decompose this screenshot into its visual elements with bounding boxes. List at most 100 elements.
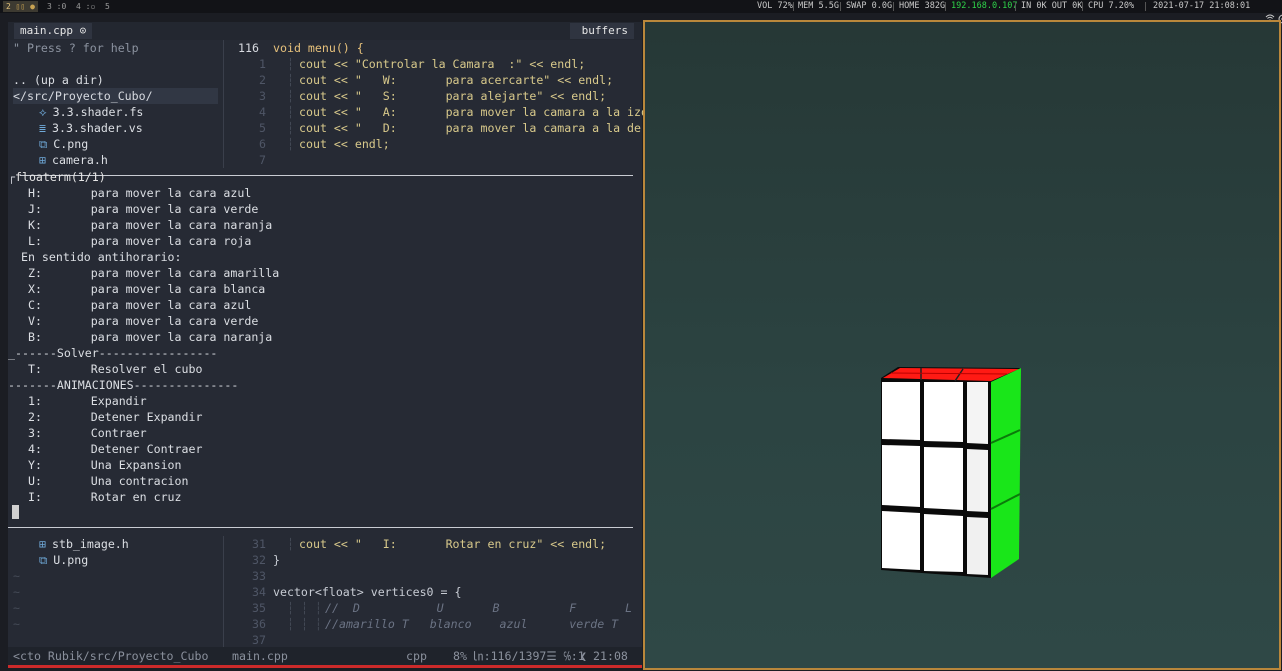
indent-guide: ┆ — [287, 137, 294, 151]
indent-guide: ┆ — [287, 537, 294, 551]
status-accent-bar — [8, 665, 642, 668]
terminal-line: I: Rotar en cruz — [14, 490, 182, 504]
line-number: 2 — [259, 73, 266, 87]
file-icon: ⧉ — [39, 137, 48, 151]
terminal-line: U: Una contracion — [14, 474, 189, 488]
floaterm-window[interactable]: ┌floaterm(1/1) H: para mover la cara azu… — [8, 169, 633, 529]
terminal-line: 4: Detener Contraer — [14, 442, 203, 456]
terminal-line: 3: Contraer — [14, 426, 147, 440]
terminal-line: T: Resolver el cubo — [14, 362, 203, 376]
cube-side-face — [991, 368, 1021, 578]
cpu-status: CPU 7.20% — [1088, 1, 1135, 11]
tree-item[interactable]: </src/Proyecto_Cubo/ — [13, 88, 218, 104]
tree-item-label: C.png — [53, 137, 89, 151]
indent-guide: ┆ — [287, 121, 294, 135]
terminal-cursor — [12, 505, 19, 519]
vim-editor-window[interactable]: main.cpp ⊙ buffers " Press ? for help ..… — [8, 22, 648, 668]
memory-status: MEM 5.5G — [798, 1, 839, 11]
line-number: 31 — [252, 537, 266, 551]
line-number: 37 — [252, 633, 266, 647]
file-icon: ⊞ — [39, 537, 46, 551]
code-line[interactable]: void menu() { — [273, 40, 364, 56]
tree-item[interactable]: ≣ 3.3.shader.vs — [13, 120, 218, 136]
network-status: IN 0K OUT 0K — [1021, 1, 1083, 11]
clock: 2021-07-17 21:08:01 — [1153, 1, 1251, 11]
line-number: 35 — [252, 601, 266, 615]
empty-line-marker: ~ — [13, 617, 20, 631]
empty-line-marker: ~ — [13, 585, 20, 599]
swap-status: SWAP 0.0G — [846, 1, 893, 11]
status-filetype: cpp — [406, 649, 427, 663]
system-top-bar: 2 ▯▯ ● 3 :0 4 :▫ 5 VOL 72% MEM 5.5G SWAP… — [0, 0, 1282, 24]
floaterm-title: ┌floaterm(1/1) — [8, 170, 106, 184]
indent-guide: ┆ — [287, 73, 294, 87]
tree-item-label: camera.h — [51, 153, 108, 167]
code-line[interactable]: } — [273, 552, 280, 568]
terminal-line: En sentido antihorario: — [14, 250, 182, 264]
status-separator-icon: ❮ — [580, 649, 587, 663]
terminal-line: X: para mover la cara blanca — [14, 282, 266, 296]
tree-item-label: </src/Proyecto_Cubo/ — [13, 89, 153, 103]
terminal-line: 1: Expandir — [14, 394, 147, 408]
line-number: 32 — [252, 553, 266, 567]
file-icon: ⟡ — [39, 105, 47, 119]
file-icon: ≣ — [39, 121, 46, 135]
rubik-cube-render — [881, 367, 1021, 578]
tree-item[interactable]: ⧉ C.png — [13, 136, 218, 152]
workspace-3[interactable]: 3 :0 — [44, 1, 69, 12]
line-number: 4 — [259, 105, 266, 119]
code-line[interactable]: cout << " W: para acercarte" << endl; — [299, 72, 613, 88]
code-line[interactable]: cout << "Controlar la Camara :" << endl; — [299, 56, 585, 72]
workspace-5[interactable]: 5 — [102, 1, 113, 12]
code-line[interactable]: //amarillo T blanco azul verde T — [325, 616, 618, 632]
line-number: 7 — [259, 153, 266, 167]
tree-item-label: 3.3.shader.fs — [52, 105, 144, 119]
tree-item-label: .. (up a dir) — [13, 73, 104, 87]
code-line[interactable]: cout << " S: para alejarte" << endl; — [299, 88, 606, 104]
terminal-line: J: para mover la cara verde — [14, 202, 259, 216]
terminal-line: _------Solver----------------- — [8, 346, 218, 360]
tabline: main.cpp ⊙ buffers — [8, 22, 642, 40]
terminal-line: Z: para mover la cara amarilla — [14, 266, 280, 280]
volume-status: VOL 72% — [757, 1, 793, 11]
code-line[interactable]: cout << endl; — [299, 136, 390, 152]
help-hint: " Press ? for help — [13, 41, 139, 55]
home-disk-status: HOME 382G — [899, 1, 946, 11]
terminal-line: 2: Detener Expandir — [14, 410, 203, 424]
terminal-line: V: para mover la cara verde — [14, 314, 259, 328]
file-icon: ⊞ — [39, 153, 46, 167]
line-number: 6 — [259, 137, 266, 151]
tree-item[interactable]: ⟡ 3.3.shader.fs — [13, 104, 218, 120]
code-line[interactable]: // D U B F L — [325, 600, 632, 616]
indent-guide: ┆ — [287, 105, 294, 119]
empty-line-marker: ~ — [13, 569, 20, 583]
line-number: 3 — [259, 89, 266, 103]
tab-main-cpp[interactable]: main.cpp ⊙ — [14, 23, 93, 39]
buffers-button[interactable]: buffers — [569, 23, 634, 39]
tree-item[interactable]: .. (up a dir) — [13, 72, 218, 88]
status-percent: 8% — [453, 649, 467, 663]
status-time: 21:08 — [593, 649, 628, 663]
code-line[interactable]: cout << " I: Rotar en cruz" << endl; — [299, 536, 606, 552]
tree-item-label: U.png — [53, 553, 89, 567]
line-number: 33 — [252, 569, 266, 583]
tree-item[interactable]: ⧉ U.png — [13, 552, 88, 568]
status-path: <cto Rubik/src/Proyecto_Cubo — [13, 649, 209, 663]
indent-guide: ┆ ┆ ┆ — [287, 617, 322, 631]
workspace-4[interactable]: 4 :▫ — [73, 1, 98, 12]
line-number: 34 — [252, 585, 266, 599]
terminal-line: L: para mover la cara roja — [14, 234, 252, 248]
status-line: <cto Rubik/src/Proyecto_Cubo main.cpp cp… — [8, 647, 642, 665]
workspace-2[interactable]: 2 ▯▯ ● — [3, 1, 38, 12]
code-line[interactable]: cout << " A: para mover la camara a la i… — [299, 104, 648, 120]
terminal-line: C: para mover la cara azul — [14, 298, 252, 312]
code-line[interactable]: vector<float> vertices0 = { — [273, 584, 461, 600]
opengl-viewport[interactable] — [643, 20, 1281, 670]
line-number: 1 — [259, 57, 266, 71]
code-line[interactable]: cout << " D: para mover la camara a la d… — [299, 120, 648, 136]
tree-item[interactable]: ⊞ stb_image.h — [13, 536, 129, 552]
tree-item[interactable]: ⊞ camera.h — [13, 152, 218, 168]
indent-guide: ┆ — [287, 89, 294, 103]
terminal-line: -------ANIMACIONES--------------- — [8, 378, 239, 392]
terminal-line: Y: Una Expansion — [14, 458, 182, 472]
